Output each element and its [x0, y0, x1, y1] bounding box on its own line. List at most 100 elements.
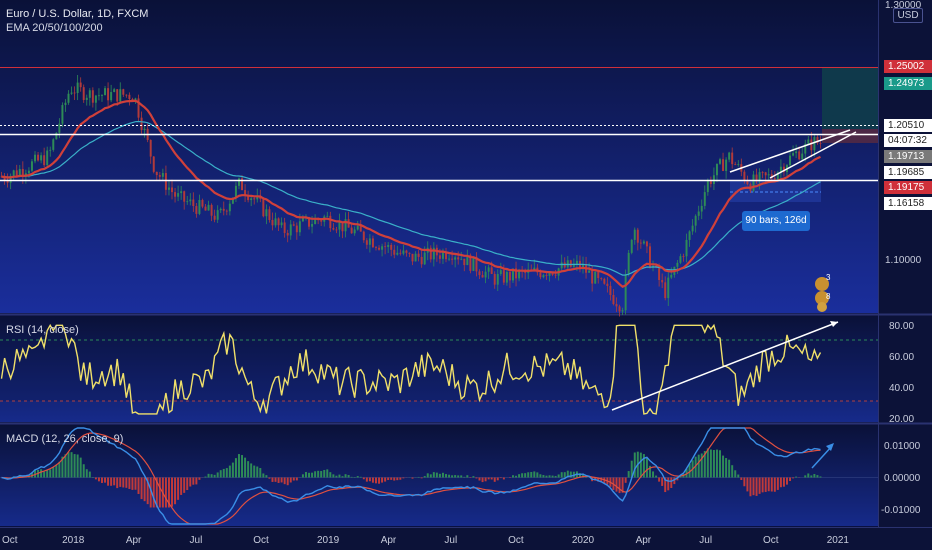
- macd-histogram-bar: [85, 469, 88, 478]
- macd-histogram-bar: [740, 477, 743, 480]
- candle: [463, 258, 466, 266]
- macd-histogram-bar: [645, 457, 648, 478]
- candle: [801, 153, 804, 160]
- candle: [216, 210, 219, 220]
- macd-histogram-bar: [627, 471, 630, 478]
- candle: [338, 221, 341, 230]
- main-legend[interactable]: Euro / U.S. Dollar, 1D, FXCM EMA 20/50/1…: [6, 7, 148, 35]
- candle: [451, 258, 454, 260]
- macd-histogram-bar: [749, 477, 752, 497]
- chart-canvas[interactable]: 3 8 1.30000 1.10000 80.00 60.00 40.00 20…: [0, 0, 932, 550]
- candle: [630, 239, 633, 253]
- time-label: Oct: [763, 535, 779, 546]
- candle: [712, 175, 715, 185]
- candle: [624, 274, 627, 311]
- candle: [107, 88, 110, 101]
- candle: [155, 171, 158, 176]
- candle: [12, 170, 15, 176]
- macd-histogram-bar: [100, 477, 103, 483]
- price-label-upper-line: 1.25002: [884, 60, 932, 73]
- macd-histogram-bar: [639, 452, 642, 478]
- macd-histogram-bar: [207, 473, 210, 478]
- candle: [76, 82, 79, 94]
- macd-histogram-bar: [210, 474, 213, 478]
- macd-histogram-bar: [237, 454, 240, 478]
- candle: [438, 255, 441, 259]
- candle: [64, 102, 67, 106]
- macd-histogram-bar: [466, 475, 469, 478]
- candle: [91, 90, 94, 103]
- macd-histogram-bar: [362, 477, 365, 480]
- candle: [125, 94, 128, 96]
- macd-histogram-bar: [183, 477, 186, 493]
- macd-histogram-bar: [326, 469, 329, 478]
- price-pane[interactable]: [0, 0, 878, 313]
- macd-histogram-bar: [244, 457, 247, 478]
- macd-histogram-bar: [247, 461, 250, 478]
- macd-histogram-bar: [502, 477, 505, 480]
- macd-histogram-bar: [435, 472, 438, 478]
- macd-histogram-bar: [557, 474, 560, 478]
- candle: [192, 199, 195, 207]
- candle: [615, 304, 618, 307]
- candle: [667, 277, 670, 299]
- macd-histogram-bar: [764, 477, 767, 492]
- macd-histogram-bar: [353, 476, 356, 478]
- macd-histogram-bar: [813, 474, 816, 478]
- candle: [393, 249, 396, 255]
- candle: [764, 172, 767, 176]
- macd-histogram-bar: [551, 475, 554, 478]
- macd-histogram-bar: [432, 472, 435, 478]
- badge-count-3: 3: [826, 273, 831, 282]
- macd-histogram-bar: [795, 476, 798, 478]
- macd-histogram-bar: [782, 477, 785, 487]
- candle: [487, 267, 490, 272]
- macd-histogram-bar: [633, 452, 636, 478]
- candle: [298, 221, 301, 233]
- macd-histogram-bar: [715, 449, 718, 478]
- macd-histogram-bar: [301, 474, 304, 478]
- macd-histogram-bar: [280, 477, 283, 483]
- macd-histogram-bar: [374, 477, 377, 484]
- candle: [365, 240, 368, 245]
- macd-histogram-bar: [335, 475, 338, 478]
- macd-histogram-bar: [228, 465, 231, 478]
- candle: [715, 163, 718, 176]
- macd-histogram-bar: [451, 475, 454, 478]
- candle: [119, 89, 122, 102]
- macd-histogram-bar: [521, 473, 524, 478]
- candle: [725, 159, 728, 171]
- time-label: Jul: [699, 535, 712, 546]
- candle: [70, 92, 73, 94]
- macd-histogram-bar: [104, 477, 107, 483]
- price-label-last: 1.19713: [884, 150, 932, 163]
- news-badge-icon[interactable]: [817, 302, 827, 312]
- rsi-legend[interactable]: RSI (14, close): [6, 323, 79, 337]
- candle: [417, 253, 420, 257]
- macd-histogram-bar: [426, 473, 429, 478]
- macd-histogram-bar: [189, 477, 192, 487]
- macd-histogram-bar: [670, 477, 673, 489]
- macd-histogram-bar: [332, 474, 335, 478]
- time-label: Apr: [636, 535, 652, 546]
- candle: [167, 187, 170, 190]
- candle: [639, 242, 642, 244]
- candle: [798, 151, 801, 160]
- macd-histogram-bar: [697, 454, 700, 478]
- macd-histogram-bar: [460, 475, 463, 478]
- macd-histogram-bar: [515, 475, 518, 478]
- currency-button[interactable]: USD: [893, 8, 923, 23]
- candle: [280, 222, 283, 226]
- macd-histogram-bar: [308, 472, 311, 478]
- macd-histogram-bar: [734, 470, 737, 478]
- long-position-target-zone[interactable]: [822, 67, 878, 129]
- macd-histogram-bar: [493, 477, 496, 482]
- candle: [569, 260, 572, 267]
- macd-histogram-bar: [472, 476, 475, 478]
- macd-histogram-bar: [356, 476, 359, 478]
- candle: [682, 256, 685, 257]
- macd-histogram-bar: [816, 475, 819, 478]
- candle: [496, 274, 499, 285]
- chart-screenshot: 3 8 1.30000 1.10000 80.00 60.00 40.00 20…: [0, 0, 932, 550]
- macd-legend[interactable]: MACD (12, 26, close, 9): [6, 432, 123, 446]
